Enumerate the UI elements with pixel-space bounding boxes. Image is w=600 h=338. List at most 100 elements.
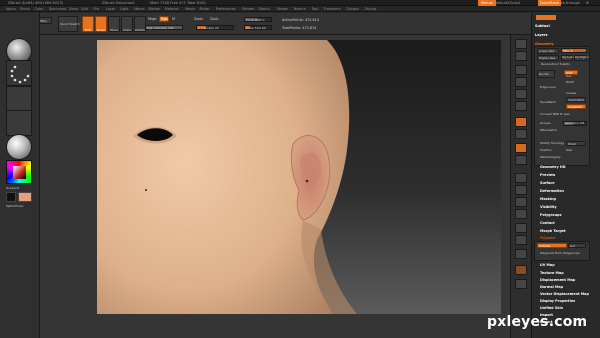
size-button[interactable]: Size: [566, 148, 572, 153]
document-viewport[interactable]: [97, 40, 501, 314]
local-icon[interactable]: [515, 143, 527, 153]
zadd-toggle[interactable]: Zadd: [194, 17, 203, 21]
quick-sketch-button[interactable]: Quick Sketch: [58, 16, 80, 32]
texture-map-section[interactable]: Texture Map: [540, 270, 564, 276]
menu-stroke[interactable]: Stroke: [277, 6, 288, 12]
xpose-icon[interactable]: [515, 279, 527, 289]
menu-light[interactable]: Light: [120, 6, 128, 12]
menu-picker[interactable]: Picker: [199, 6, 209, 12]
menu-color[interactable]: Color: [35, 6, 44, 12]
menu-zplugin[interactable]: Zplugin: [346, 6, 359, 12]
menu-alpha[interactable]: Alpha: [6, 6, 16, 12]
del-lower-button[interactable]: Del Lower: [561, 55, 575, 61]
preview-section[interactable]: Preview: [540, 172, 555, 178]
spix-icon[interactable]: [515, 51, 527, 61]
zoom-icon[interactable]: [515, 77, 527, 87]
menu-macro[interactable]: Macro: [134, 6, 144, 12]
menu-movie[interactable]: Movie: [185, 6, 195, 12]
polygroups-section[interactable]: Polygroups: [540, 212, 561, 218]
color-saturation-square[interactable]: [13, 166, 26, 179]
polypaint-from-polygroups-button[interactable]: Polypaint From Polygroups: [540, 250, 580, 256]
reuv-toggle[interactable]: ReUV: [566, 80, 574, 85]
ghost-icon[interactable]: [515, 249, 527, 259]
normal-map-section[interactable]: Normal Map: [540, 284, 563, 290]
menu-tool[interactable]: Tool: [312, 6, 319, 12]
masking-section[interactable]: Masking: [540, 196, 556, 202]
menu-marker[interactable]: Marker: [149, 6, 161, 12]
mesh-integrity-button[interactable]: MeshIntegrity: [540, 155, 561, 160]
color-picker[interactable]: [6, 160, 32, 184]
crease-toggle[interactable]: Crease: [566, 91, 576, 96]
scale-view-icon[interactable]: [515, 197, 527, 207]
vector-displacement-map-section[interactable]: Vector Displacement Map: [540, 291, 589, 297]
stroke-thumbnail[interactable]: [6, 60, 32, 86]
convert-bpr-button[interactable]: Convert BPR To Geo: [540, 112, 570, 117]
transp-icon[interactable]: [515, 235, 527, 245]
colorize-toggle[interactable]: Colorize: [537, 243, 567, 248]
contact-section[interactable]: Contact: [540, 220, 555, 226]
bpr-icon[interactable]: [515, 39, 527, 49]
claypolish-button[interactable]: ClayPolish: [566, 104, 586, 109]
menu-layer[interactable]: Layer: [106, 6, 115, 12]
display-properties-section[interactable]: Display Properties: [540, 298, 575, 304]
draw-size-slider[interactable]: Draw Size 64: [244, 25, 272, 30]
floor-icon[interactable]: [515, 129, 527, 139]
lower-res-button[interactable]: Lower Res: [537, 48, 559, 54]
menu-brush[interactable]: Brush: [20, 6, 30, 12]
menu-zscript[interactable]: Zscript: [365, 6, 377, 12]
main-color-swatch[interactable]: [6, 192, 16, 202]
displacement-map-section[interactable]: Displacement Map: [540, 277, 575, 283]
actual-icon[interactable]: [515, 89, 527, 99]
scale-mode-button[interactable]: Scale: [121, 16, 133, 32]
line-fill-icon[interactable]: [515, 223, 527, 233]
persp-icon[interactable]: [515, 117, 527, 127]
mrgb-toggle[interactable]: Mrgb: [148, 17, 157, 21]
menu-transform[interactable]: Transform: [324, 6, 341, 12]
morph-target-section[interactable]: Morph Target: [540, 228, 566, 234]
subtool-section[interactable]: Subtool: [535, 23, 550, 29]
uv-map-section[interactable]: UV Map: [540, 262, 555, 268]
move-view-icon[interactable]: [515, 185, 527, 195]
xyz-icon[interactable]: [515, 155, 527, 165]
solo-icon[interactable]: [515, 265, 527, 275]
dynamesh-button[interactable]: DynaMesh: [540, 100, 556, 105]
rotate-view-icon[interactable]: [515, 209, 527, 219]
edit-mode-button[interactable]: Edit: [82, 16, 94, 32]
groups-toggle[interactable]: Groups: [540, 121, 551, 126]
aahalf-icon[interactable]: [515, 101, 527, 111]
menu-file[interactable]: File: [94, 6, 100, 12]
zremesher-button[interactable]: ZRemesher: [540, 128, 557, 133]
layers-section[interactable]: Layers: [535, 32, 548, 38]
frame-icon[interactable]: [515, 173, 527, 183]
zsub-toggle[interactable]: Zsub: [210, 17, 218, 21]
menu-document[interactable]: Document: [49, 6, 67, 12]
suv-toggle[interactable]: Suv: [566, 74, 572, 79]
modify-topology-button[interactable]: Modify Topology: [540, 141, 564, 146]
resolution-slider[interactable]: Resolution 128: [563, 121, 587, 126]
move-mode-button[interactable]: Move: [108, 16, 120, 32]
m-toggle[interactable]: M: [172, 17, 175, 21]
polish-button[interactable]: Polish: [566, 141, 586, 146]
deformation-section[interactable]: Deformation: [540, 188, 564, 194]
menu-draw[interactable]: Draw: [69, 6, 78, 12]
material-thumbnail[interactable]: [6, 134, 32, 160]
menu-preferences[interactable]: Preferences: [216, 6, 236, 12]
visibility-section[interactable]: Visibility: [540, 204, 557, 210]
higher-res-button[interactable]: Higher Res: [537, 55, 559, 61]
surface-section[interactable]: Surface: [540, 180, 555, 186]
draw-mode-button[interactable]: Draw: [95, 16, 107, 32]
divide-button[interactable]: Divide: [537, 70, 555, 78]
reconstruct-subdiv-button[interactable]: Reconstruct Subdiv: [541, 62, 570, 66]
menu-edit[interactable]: Edit: [81, 6, 88, 12]
grd-toggle[interactable]: Grd: [568, 243, 586, 248]
del-higher-button[interactable]: Del Higher: [574, 55, 589, 61]
switch-color-button[interactable]: SwitchColor: [6, 204, 24, 208]
menu-stencil[interactable]: Stencil: [259, 6, 270, 12]
menu-texture[interactable]: Texture: [293, 6, 305, 12]
secondary-color-swatch[interactable]: [18, 192, 32, 202]
rgb-intensity-slider[interactable]: Rgb Intensity 100: [145, 25, 183, 30]
z-intensity-slider[interactable]: Z Intensity 25: [196, 25, 234, 30]
geometry-hd-section[interactable]: Geometry HD: [540, 164, 566, 170]
scroll-icon[interactable]: [515, 65, 527, 75]
gradient-label[interactable]: Gradient: [6, 186, 19, 190]
